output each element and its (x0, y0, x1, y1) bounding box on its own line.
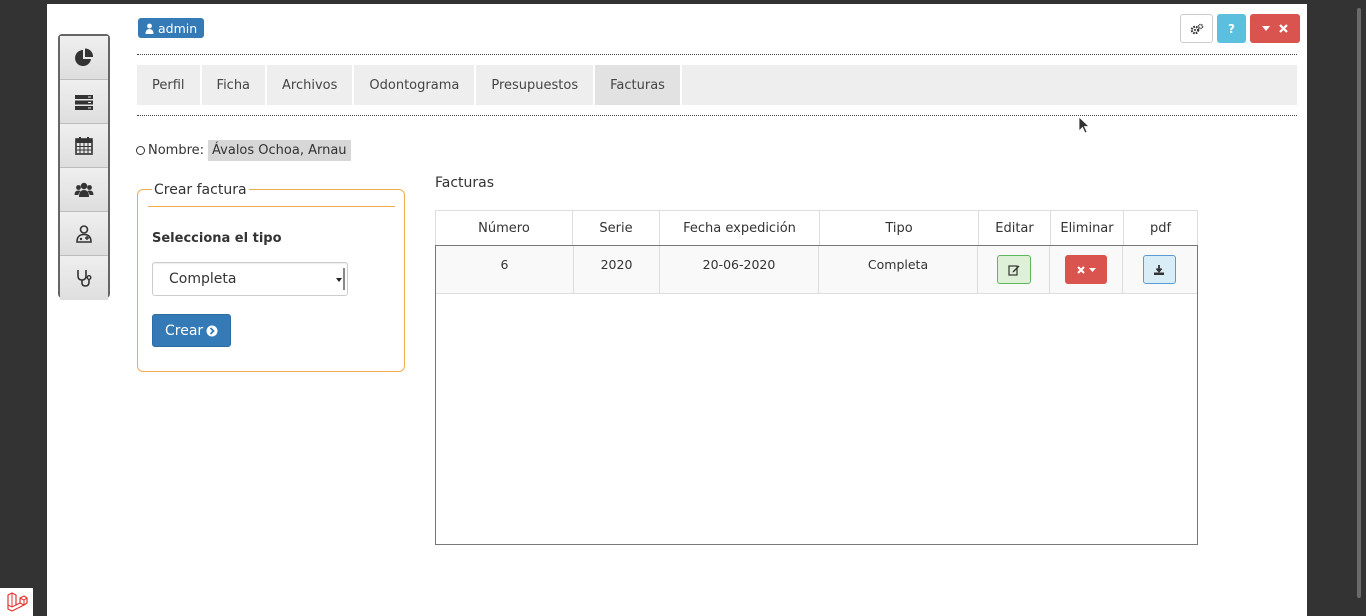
patient-name-label: Nombre: (148, 142, 205, 158)
cell-fecha: 20-06-2020 (660, 246, 819, 293)
laravel-debug-button[interactable] (0, 588, 33, 616)
sidebar-item-list[interactable] (60, 80, 108, 124)
table-row: 6 2020 20-06-2020 Completa (436, 246, 1197, 294)
sidebar-item-calendar[interactable] (60, 124, 108, 168)
users-icon (74, 182, 94, 197)
create-invoice-title: Crear factura (152, 182, 249, 198)
delete-invoice-button[interactable] (1065, 255, 1107, 284)
delete-icon (1076, 265, 1085, 274)
user-name: admin (158, 20, 198, 36)
window-controls: ? (1180, 14, 1300, 43)
user-icon (145, 23, 154, 34)
invoice-type-select[interactable]: Completa (152, 262, 348, 296)
patient-name-value: Ávalos Ochoa, Arnau (208, 139, 351, 161)
cell-pdf (1123, 246, 1195, 293)
create-invoice-button[interactable]: Crear (152, 314, 232, 347)
create-invoice-panel: Crear factura Selecciona el tipo Complet… (137, 182, 405, 372)
user-badge[interactable]: admin (138, 18, 205, 38)
close-icon (1279, 24, 1288, 33)
close-menu-button[interactable] (1250, 14, 1300, 43)
caret-down-icon (1088, 267, 1096, 272)
column-header-numero[interactable]: Número (436, 211, 573, 245)
edit-icon (1007, 264, 1019, 276)
tabs-divider (137, 115, 1297, 116)
download-pdf-button[interactable] (1142, 255, 1176, 284)
cell-editar (978, 246, 1050, 293)
chevron-circle-right-icon (206, 325, 218, 336)
laravel-icon (6, 592, 28, 612)
chevron-down-icon (336, 268, 345, 290)
edit-invoice-button[interactable] (996, 255, 1031, 284)
sidebar (58, 34, 110, 300)
help-button[interactable]: ? (1217, 14, 1246, 43)
sidebar-item-patients[interactable] (60, 168, 108, 212)
tab-bar: Perfil Ficha Archivos Odontograma Presup… (137, 65, 1297, 105)
tab-presupuestos[interactable]: Presupuestos (476, 65, 596, 105)
radio-icon (136, 145, 145, 155)
cogs-icon (1190, 23, 1203, 34)
top-divider (137, 54, 1297, 55)
invoice-type-label: Selecciona el tipo (152, 231, 282, 246)
user-md-icon (76, 224, 92, 243)
invoices-table-body: 6 2020 20-06-2020 Completa (435, 245, 1198, 545)
cell-serie: 2020 (574, 246, 660, 293)
caret-down-icon (1262, 26, 1270, 31)
column-header-pdf: pdf (1149, 220, 1172, 236)
server-list-icon (75, 94, 93, 110)
patient-name-row: Nombre: Ávalos Ochoa, Arnau (136, 139, 351, 161)
column-header-fecha[interactable]: Fecha expedición (660, 211, 820, 245)
create-invoice-button-label: Crear (165, 322, 204, 339)
column-header-serie[interactable]: Serie (573, 211, 660, 245)
calendar-icon (75, 136, 93, 155)
invoice-type-selected: Completa (169, 271, 237, 287)
tab-ficha[interactable]: Ficha (202, 65, 268, 105)
stethoscope-icon (77, 270, 92, 287)
column-header-eliminar: Eliminar (1051, 211, 1124, 245)
help-label: ? (1228, 21, 1235, 36)
cell-eliminar (1050, 246, 1123, 293)
column-header-tipo[interactable]: Tipo (820, 211, 979, 245)
scrollbar-thumb[interactable] (1357, 8, 1361, 598)
sidebar-item-doctors[interactable] (60, 212, 108, 256)
cell-tipo: Completa (819, 246, 978, 293)
invoices-title: Facturas (435, 175, 495, 191)
download-icon (1154, 264, 1164, 275)
sidebar-item-dashboard[interactable] (60, 36, 108, 80)
tab-facturas[interactable]: Facturas (595, 65, 682, 105)
vertical-scrollbar[interactable] (1354, 6, 1364, 606)
main-page: admin ? Perfil Ficha Archivos Odontogram… (47, 4, 1307, 616)
tab-archivos[interactable]: Archivos (267, 65, 355, 105)
invoices-table-header: Número Serie Fecha expedición Tipo Edita… (435, 210, 1198, 246)
cell-numero: 6 (436, 246, 574, 293)
mouse-cursor-icon (1078, 116, 1090, 134)
tab-perfil[interactable]: Perfil (137, 65, 202, 105)
tab-odontograma[interactable]: Odontograma (354, 65, 477, 105)
pie-chart-icon (75, 47, 94, 66)
column-header-editar: Editar (979, 211, 1051, 245)
settings-button[interactable] (1180, 14, 1213, 43)
sidebar-item-treatments[interactable] (60, 256, 108, 300)
create-invoice-divider (148, 206, 395, 207)
